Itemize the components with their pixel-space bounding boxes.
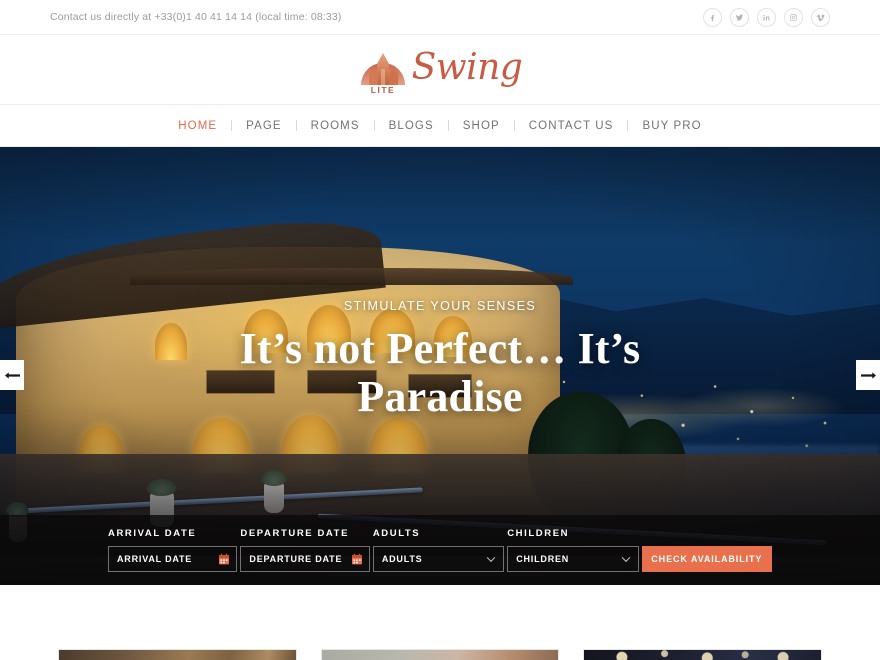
check-availability-button[interactable]: CHECK AVAILABILITY (641, 545, 772, 572)
top-bar: Contact us directly at +33(0)1 40 41 14 … (0, 0, 880, 35)
booking-form: ARRIVAL DATE ARRIVAL DATE DEPARTURE DATE… (0, 515, 880, 585)
nav-item-shop[interactable]: SHOP (449, 120, 514, 132)
card-three[interactable] (583, 649, 823, 660)
instagram-icon[interactable] (784, 7, 803, 27)
departure-date-field: DEPARTURE DATE DEPARTURE DATE (240, 528, 370, 572)
departure-date-value: DEPARTURE DATE (249, 554, 343, 564)
chevron-down-icon[interactable] (486, 553, 496, 563)
logo-wordmark: Swing (411, 46, 523, 88)
svg-text:LITE: LITE (370, 85, 394, 94)
card-two-image (321, 650, 559, 660)
main-navigation: HOME PAGE ROOMS BLOGS SHOP CONTACT US BU… (0, 105, 880, 147)
children-label: CHILDREN (507, 528, 570, 539)
card-three-image (584, 650, 822, 660)
card-one-image (59, 650, 296, 660)
check-availability-field: CHECK AVAILABILITY (641, 545, 772, 572)
nav-item-page[interactable]: PAGE (232, 120, 296, 132)
contact-text: Contact us directly at +33(0)1 40 41 14 … (50, 11, 342, 23)
departure-date-label: DEPARTURE DATE (240, 528, 350, 539)
calendar-icon[interactable] (219, 553, 230, 565)
arrival-date-field: ARRIVAL DATE ARRIVAL DATE (108, 528, 238, 572)
social-links (703, 7, 830, 27)
slider-next-arrow-icon[interactable] (856, 360, 880, 390)
nav-item-contact-us[interactable]: CONTACT US (515, 120, 628, 132)
logo-header: LITE Swing (0, 35, 880, 105)
children-select[interactable]: CHILDREN (507, 546, 639, 572)
slider-prev-arrow-icon[interactable] (0, 360, 24, 390)
adults-field: ADULTS ADULTS (372, 528, 505, 572)
children-field: CHILDREN CHILDREN (507, 528, 639, 572)
nav-list: HOME PAGE ROOMS BLOGS SHOP CONTACT US BU… (164, 120, 715, 132)
nav-item-blogs[interactable]: BLOGS (375, 120, 448, 132)
adults-label: ADULTS (372, 528, 421, 539)
departure-date-input[interactable]: DEPARTURE DATE (240, 546, 370, 572)
adults-select[interactable]: ADULTS (372, 546, 505, 572)
card-two[interactable] (320, 649, 560, 660)
chevron-down-icon[interactable] (621, 553, 630, 563)
linkedin-icon[interactable] (757, 7, 776, 27)
adults-value: ADULTS (381, 554, 423, 564)
nav-item-home[interactable]: HOME (164, 120, 231, 132)
twitter-icon[interactable] (730, 7, 749, 27)
arrival-date-label: ARRIVAL DATE (108, 528, 197, 539)
vimeo-icon[interactable] (811, 7, 830, 27)
site-logo[interactable]: LITE Swing (357, 46, 523, 95)
arrival-date-value: ARRIVAL DATE (117, 554, 193, 564)
children-value: CHILDREN (516, 554, 570, 564)
hotel-tower-icon: LITE (357, 46, 408, 95)
facebook-icon[interactable] (703, 7, 722, 27)
nav-item-rooms[interactable]: ROOMS (297, 120, 374, 132)
calendar-icon[interactable] (351, 553, 362, 565)
hero-slider: STIMULATE YOUR SENSES It’s not Perfect… … (0, 147, 880, 585)
card-one[interactable] (58, 649, 297, 660)
nav-item-buy-pro[interactable]: BUY PRO (628, 120, 715, 132)
cards-section (0, 585, 880, 660)
arrival-date-input[interactable]: ARRIVAL DATE (108, 546, 238, 572)
